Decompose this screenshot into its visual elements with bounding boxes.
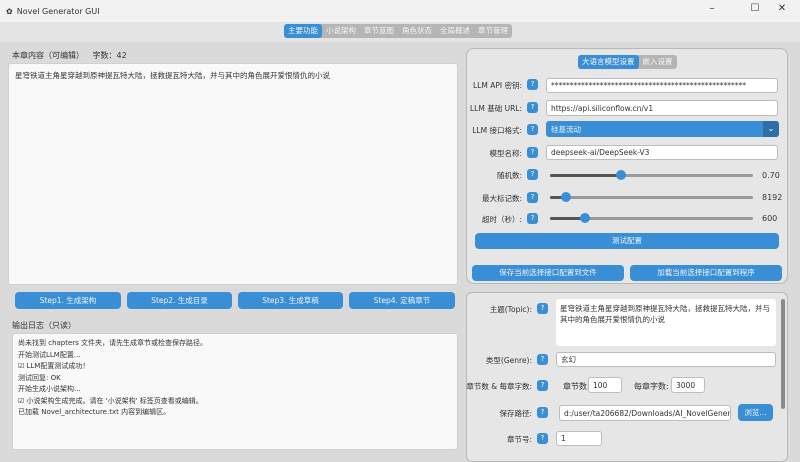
- help-icon[interactable]: ?: [527, 169, 538, 180]
- help-icon[interactable]: ?: [537, 433, 548, 444]
- tab-blueprint[interactable]: 章节蓝图: [360, 24, 398, 38]
- words-per-chapter-label: 每章字数:: [634, 382, 669, 391]
- slider-handle[interactable]: [579, 213, 590, 223]
- log-line: 测试回复: OK: [18, 373, 61, 382]
- help-icon[interactable]: ?: [527, 192, 538, 203]
- timeout-label: 超时（秒）:: [481, 215, 522, 224]
- slider-handle[interactable]: [616, 170, 627, 180]
- max-tokens-value: 8192: [762, 193, 783, 202]
- log-line: 开始测试LLM配置...: [18, 350, 81, 359]
- help-icon[interactable]: ?: [527, 102, 538, 113]
- api-key-input[interactable]: ****************************************…: [546, 78, 778, 93]
- interface-select[interactable]: 硅基流动: [546, 121, 779, 137]
- timeout-value: 600: [762, 214, 778, 223]
- tab-architecture[interactable]: 小说架构: [322, 24, 360, 38]
- browse-button[interactable]: 浏览...: [738, 404, 773, 421]
- words-per-chapter-input[interactable]: 3000: [671, 377, 705, 393]
- editor-label: 本章内容（可编辑） 字数：42: [12, 51, 127, 60]
- step2-button[interactable]: Step2. 生成目录: [127, 292, 232, 309]
- output-log[interactable]: 尚未找到 chapters 文件夹，请先生成章节或检查保存路径。 开始测试LLM…: [12, 333, 458, 450]
- help-icon[interactable]: ?: [527, 79, 538, 90]
- interface-value: 硅基流动: [551, 124, 581, 134]
- load-config-button[interactable]: 加载当前选择接口配置到程序: [630, 265, 782, 281]
- save-config-button[interactable]: 保存当前选择接口配置到文件: [472, 265, 624, 281]
- title-bar: ✿ Novel Generator GUI: [0, 0, 800, 22]
- tab-llm-settings[interactable]: 大语言模型设置: [578, 55, 639, 69]
- chapters-count-input[interactable]: 100: [588, 377, 622, 393]
- slider-handle[interactable]: [561, 192, 572, 202]
- interface-label: LLM 接口格式:: [472, 126, 522, 135]
- base-url-label: LLM 基础 URL:: [469, 104, 522, 113]
- log-line: 开始生成小说架构...: [18, 385, 81, 393]
- window-title: Novel Generator GUI: [16, 6, 100, 16]
- log-line: ☑ LLM配置测试成功！: [18, 362, 90, 370]
- chapter-number-input[interactable]: 1: [556, 431, 602, 446]
- step4-button[interactable]: Step4. 定稿章节: [349, 292, 455, 309]
- max-tokens-label: 最大标记数:: [481, 194, 522, 203]
- temperature-value: 0.70: [762, 171, 780, 180]
- scrollbar[interactable]: [781, 299, 785, 409]
- help-icon[interactable]: ?: [537, 354, 548, 365]
- step1-button[interactable]: Step1. 生成架构: [15, 292, 121, 309]
- temperature-label: 随机数:: [496, 171, 522, 180]
- word-count: 字数：42: [92, 51, 127, 60]
- app-icon: ✿: [6, 6, 13, 16]
- chapters-count-label: 章节数:: [563, 382, 590, 391]
- close-button[interactable]: ✕: [772, 3, 792, 19]
- base-url-input[interactable]: https://api.siliconflow.cn/v1: [546, 100, 778, 116]
- tab-summary[interactable]: 全局概述: [436, 24, 474, 38]
- log-line: 已加载 Novel_architecture.txt 内容到编辑区。: [18, 408, 171, 416]
- help-icon[interactable]: ?: [527, 147, 538, 158]
- save-path-label: 保存路径:: [499, 409, 532, 418]
- tab-main[interactable]: 主要功能: [284, 24, 322, 38]
- help-icon[interactable]: ?: [537, 303, 548, 314]
- model-input[interactable]: deepseek-ai/DeepSeek-V3: [546, 145, 778, 160]
- main-tabs: 主要功能 小说架构 章节蓝图 角色状态 全局概述 章节管理: [284, 24, 512, 38]
- tab-chapters[interactable]: 章节管理: [474, 24, 512, 38]
- save-path-input[interactable]: d:/user/ta206682/Downloads/AI_NovelGener…: [559, 405, 731, 421]
- counts-label: 章节数 & 每章字数:: [466, 382, 532, 391]
- test-config-button[interactable]: 测试配置: [475, 233, 779, 249]
- tab-embedding-settings[interactable]: 嵌入设置: [639, 55, 677, 69]
- slider-track[interactable]: [550, 196, 753, 199]
- log-line: ☑ 小说架构生成完成。请在 '小说架构' 标签页查看或编辑。: [18, 396, 203, 405]
- chapter-number-label: 章节号:: [506, 435, 532, 444]
- api-key-label: LLM API 密钥:: [473, 81, 522, 90]
- slider-fill: [550, 174, 622, 177]
- help-icon[interactable]: ?: [527, 213, 538, 224]
- log-line: 尚未找到 chapters 文件夹，请先生成章节或检查保存路径。: [18, 339, 208, 347]
- topic-label: 主题(Topic):: [489, 305, 532, 314]
- config-tabs: 大语言模型设置 嵌入设置: [578, 55, 677, 69]
- log-label: 输出日志（只读）: [12, 321, 76, 330]
- maximize-button[interactable]: ☐: [745, 3, 765, 19]
- topic-input[interactable]: 星穹铁道主角星穿越到原神提瓦特大陆，拯救提瓦特大陆，并与其中的角色展开爱恨情仇的…: [556, 299, 776, 346]
- chevron-down-icon[interactable]: ⌄: [763, 121, 779, 137]
- help-icon[interactable]: ?: [527, 124, 538, 135]
- tab-characters[interactable]: 角色状态: [398, 24, 436, 38]
- minimize-button[interactable]: –: [702, 3, 722, 19]
- max-tokens-slider[interactable]: [550, 192, 753, 202]
- step3-button[interactable]: Step3. 生成草稿: [238, 292, 343, 309]
- temperature-slider[interactable]: [550, 170, 753, 180]
- chapter-editor[interactable]: 星穹铁道主角星穿越到原神提瓦特大陆，拯救提瓦特大陆，并与其中的角色展开爱恨情仇的…: [8, 63, 458, 285]
- timeout-slider[interactable]: [550, 213, 753, 223]
- genre-label: 类型(Genre):: [485, 356, 532, 365]
- help-icon[interactable]: ?: [537, 380, 548, 391]
- genre-input[interactable]: 玄幻: [556, 352, 776, 367]
- help-icon[interactable]: ?: [537, 407, 548, 418]
- model-label: 模型名称:: [489, 149, 522, 158]
